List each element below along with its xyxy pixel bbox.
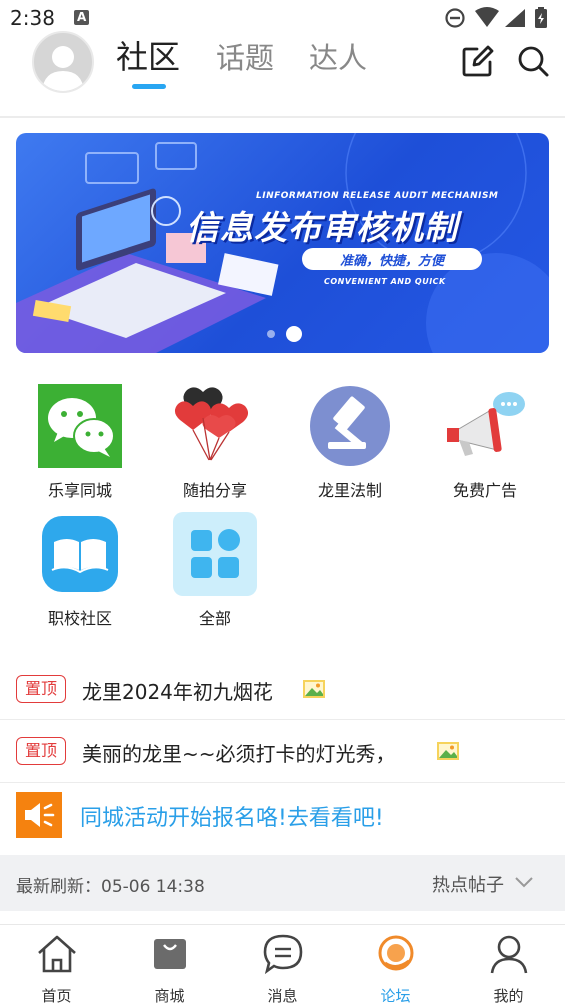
book-icon [42, 516, 118, 592]
image-icon [437, 742, 459, 760]
speaker-icon [16, 792, 62, 838]
chevron-down-icon[interactable] [514, 875, 534, 889]
nav-home[interactable]: 首页 [0, 931, 113, 1004]
image-icon [303, 680, 325, 698]
chat-bubble-icon [263, 934, 303, 975]
grid-label: 全部 [198, 609, 231, 628]
nav-messages[interactable]: 消息 [226, 931, 339, 1004]
bottom-nav: 首页 商城 消息 论坛 我的 [0, 924, 565, 1004]
banner-en-title: LINFORMATION RELEASE AUDIT MECHANISM [256, 191, 499, 201]
grid-label: 龙里法制 [317, 481, 382, 500]
pin-badge: 置顶 [16, 675, 66, 703]
status-icons [445, 7, 547, 28]
grid-item-photo-share[interactable]: 随拍分享 [150, 384, 280, 504]
tab-topics[interactable]: 话题 [216, 35, 274, 77]
wechat-icon [38, 384, 122, 468]
refresh-time: 最新刷新：05-06 14:38 [16, 877, 205, 897]
grid-item-vocational-school[interactable]: 职校社区 [15, 512, 145, 632]
refresh-bar: 最新刷新：05-06 14:38 热点帖子 [0, 855, 565, 911]
forum-icon [378, 935, 414, 971]
banner-pill-text: 准确，快捷，方便 [339, 254, 444, 269]
nav-shop[interactable]: 商城 [113, 931, 226, 1004]
banner-en-subtitle: CONVENIENT AND QUICK [324, 277, 446, 286]
nav-label: 我的 [493, 987, 524, 1004]
home-icon [38, 935, 76, 973]
banner-carousel[interactable]: LINFORMATION RELEASE AUDIT MECHANISM 信息发… [16, 133, 549, 353]
notice-text: 同城活动开始报名咯!去看看吧! [80, 806, 384, 831]
edit-icon[interactable] [461, 44, 495, 78]
all-grid-icon [173, 512, 257, 596]
banner-title: 信息发布审核机制 [186, 208, 458, 247]
nav-label: 论坛 [380, 987, 411, 1004]
pin-badge: 置顶 [16, 737, 66, 765]
gavel-icon [310, 386, 390, 466]
header: 社区 话题 达人 [0, 28, 565, 118]
post-title: 龙里2024年初九烟花 [82, 680, 273, 704]
carousel-dot-1[interactable] [267, 330, 275, 338]
avatar[interactable] [32, 31, 94, 93]
a-square-icon: A [74, 10, 89, 25]
notice-banner[interactable]: 同城活动开始报名咯!去看看吧! [0, 784, 565, 846]
grid-item-free-ads[interactable]: 免费广告 [420, 384, 550, 504]
carousel-dot-2[interactable] [286, 326, 302, 342]
post-title: 美丽的龙里~~必须打卡的灯光秀， [82, 742, 396, 766]
signal-icon [505, 9, 525, 27]
nav-profile[interactable]: 我的 [452, 931, 565, 1004]
heart-balloons-icon [174, 387, 249, 461]
hot-posts-sort[interactable]: 热点帖子 [432, 871, 504, 897]
grid-item-local-fun[interactable]: 乐享同城 [15, 384, 145, 504]
do-not-disturb-icon [445, 8, 465, 28]
nav-label: 商城 [154, 987, 185, 1004]
nav-label: 首页 [41, 987, 72, 1004]
list-item[interactable]: 置顶 龙里2024年初九烟花 [0, 658, 565, 720]
wifi-icon [475, 7, 499, 27]
grid-label: 职校社区 [47, 609, 112, 628]
grid-label: 乐享同城 [47, 481, 112, 500]
megaphone-icon [447, 392, 525, 456]
search-icon[interactable] [516, 44, 550, 78]
tab-community[interactable]: 社区 [116, 32, 180, 78]
status-time: 2:38 [10, 6, 55, 30]
tab-experts[interactable]: 达人 [309, 35, 367, 77]
grid-item-all[interactable]: 全部 [150, 512, 280, 632]
banner-pill: 准确，快捷，方便 [302, 248, 482, 270]
grid-item-legal[interactable]: 龙里法制 [285, 384, 415, 504]
grid-label: 免费广告 [452, 481, 517, 500]
battery-icon [535, 7, 547, 28]
avatar-placeholder-icon [42, 46, 84, 91]
nav-label: 消息 [267, 987, 298, 1004]
list-item[interactable]: 置顶 美丽的龙里~~必须打卡的灯光秀， [0, 721, 565, 783]
shopping-bag-icon [154, 939, 186, 969]
person-icon [490, 935, 528, 974]
tab-indicator [132, 84, 166, 89]
nav-forum[interactable]: 论坛 [339, 931, 452, 1004]
grid-label: 随拍分享 [182, 481, 247, 500]
